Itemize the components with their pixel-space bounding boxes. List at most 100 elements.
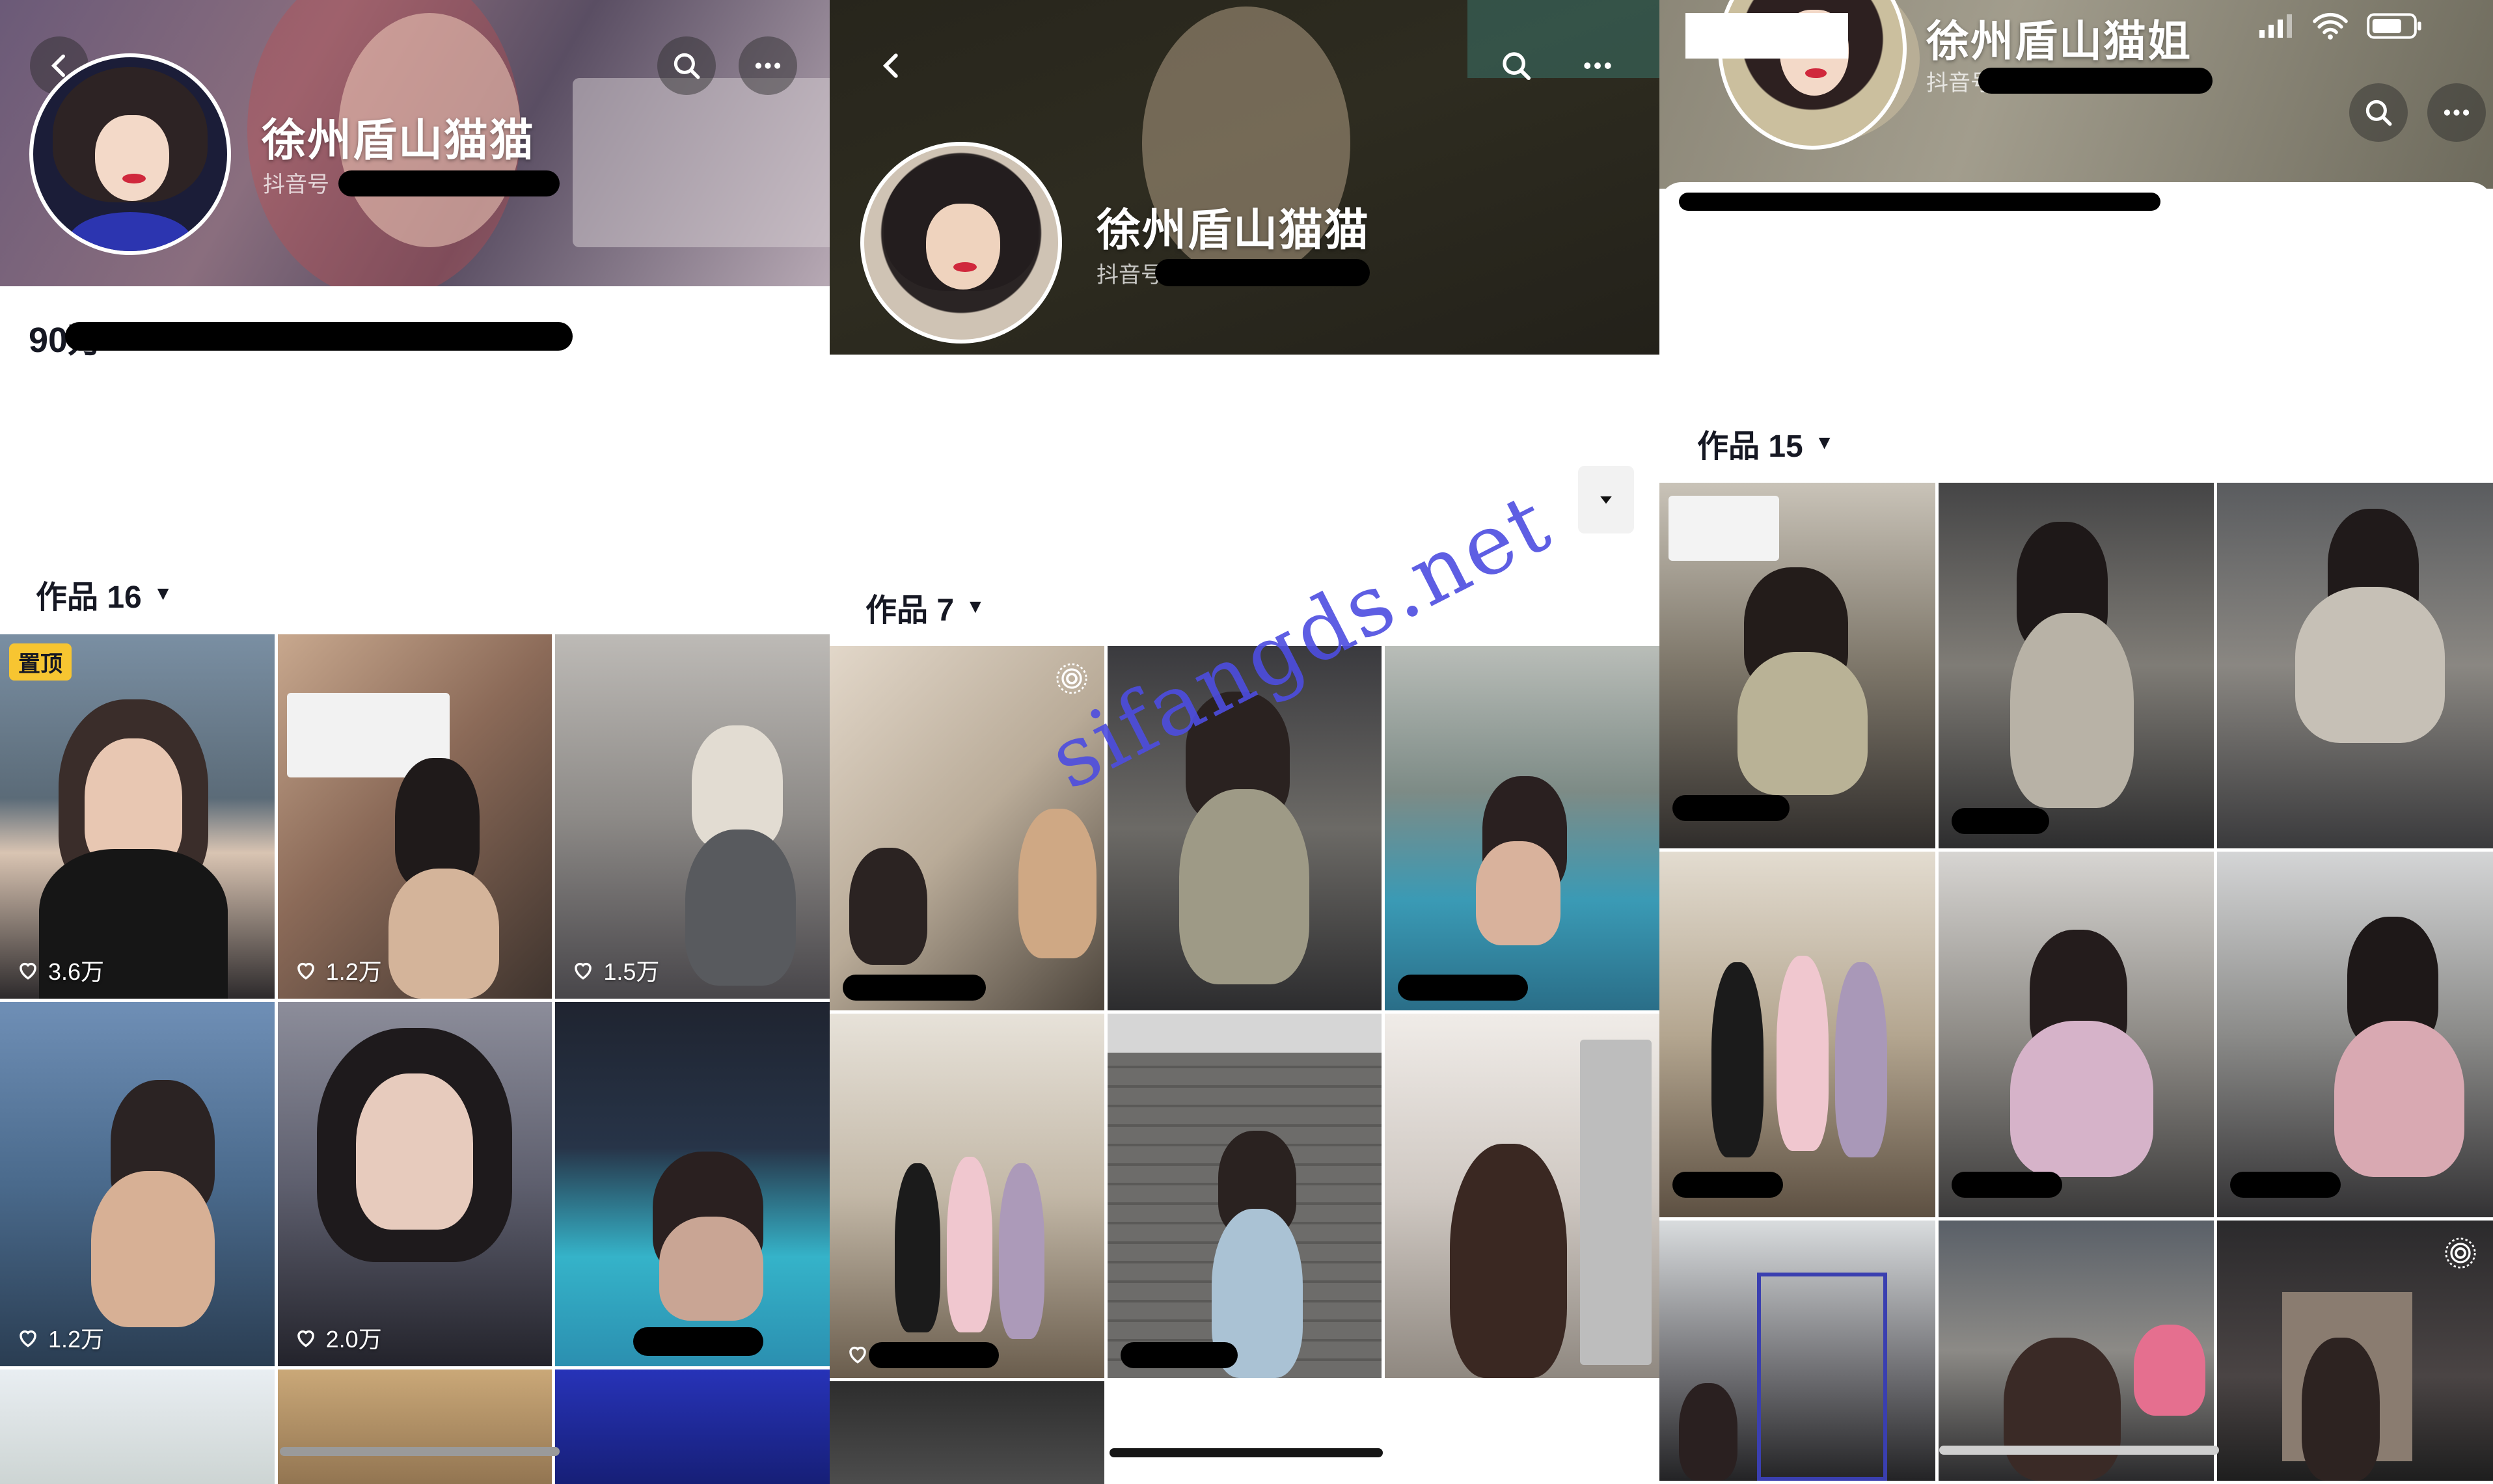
heart-icon — [20, 962, 36, 980]
redaction-bar — [1120, 1342, 1238, 1368]
follower-count: 90 — [29, 321, 68, 360]
heart-icon — [20, 1330, 36, 1347]
more-icon — [755, 62, 781, 69]
caret-down-icon: ▼ — [1814, 432, 1834, 453]
like-count: 2.0万 — [293, 1321, 382, 1355]
search-button[interactable] — [2349, 83, 2408, 142]
works-tab-label: 作品 7 — [865, 593, 955, 628]
redaction-bar — [869, 1342, 999, 1368]
search-button[interactable] — [657, 36, 716, 95]
redaction-bar — [1672, 795, 1790, 821]
video-thumbnail — [1107, 1381, 1382, 1484]
profile-name: 徐州盾山猫姐 — [1926, 17, 2192, 65]
works-tab-label: 作品 16 — [36, 580, 142, 615]
profile-panel-3: 徐州盾山猫姐 抖音号 作品 15 ▼ — [1659, 0, 2493, 1484]
more-icon — [2444, 109, 2470, 116]
redaction-bar — [633, 1327, 764, 1356]
video-thumbnail[interactable] — [1938, 852, 2214, 1217]
back-button[interactable] — [862, 36, 921, 95]
works-tab[interactable]: 作品 15 ▼ — [1697, 420, 1834, 466]
video-grid — [830, 646, 1659, 1484]
battery-icon — [2367, 13, 2421, 39]
like-count: 3.6万 — [16, 953, 104, 987]
heart-icon — [849, 1346, 866, 1364]
redaction-bar — [65, 322, 573, 351]
redaction-bar — [1951, 1172, 2062, 1198]
avatar[interactable] — [29, 53, 231, 255]
search-icon — [2365, 100, 2392, 126]
home-indicator — [1939, 1446, 2219, 1455]
video-thumbnail[interactable] — [1659, 1221, 1935, 1481]
video-thumbnail[interactable] — [555, 1002, 830, 1366]
profile-panel-2: 徐州盾山猫猫 抖音号 作品 7 ▼ sifangds.net — [830, 0, 1659, 1484]
pinned-badge: 置顶 — [9, 643, 72, 681]
search-button[interactable] — [1487, 36, 1546, 95]
redaction-bar — [1978, 68, 2213, 94]
like-count: 1.2万 — [16, 1321, 104, 1355]
video-thumbnail[interactable] — [830, 1381, 1104, 1484]
video-thumbnail[interactable] — [1659, 852, 1935, 1217]
profile-name: 徐州盾山猫猫 — [262, 116, 536, 165]
more-icon — [1584, 62, 1611, 69]
works-tab[interactable]: 作品 7 ▼ — [865, 584, 985, 630]
redaction-bar — [1398, 975, 1529, 1001]
redaction-bar — [1951, 808, 2049, 834]
video-thumbnail[interactable] — [555, 1369, 830, 1484]
caret-down-icon: ▼ — [966, 596, 985, 617]
heart-icon — [575, 962, 592, 980]
more-button[interactable] — [2427, 83, 2486, 142]
video-thumbnail[interactable] — [2217, 1221, 2493, 1481]
like-count: 1.5万 — [571, 953, 659, 987]
redaction-bar — [1155, 259, 1370, 286]
redaction-bar — [1679, 193, 2160, 211]
more-button[interactable] — [1568, 36, 1627, 95]
more-button[interactable] — [739, 36, 797, 95]
video-thumbnail[interactable] — [0, 1369, 275, 1484]
video-thumbnail[interactable] — [830, 646, 1104, 1010]
redaction-bar — [2230, 1172, 2341, 1198]
caret-down-icon: ▼ — [153, 583, 173, 604]
video-thumbnail[interactable] — [1938, 483, 2214, 848]
video-thumbnail[interactable] — [830, 1014, 1104, 1378]
video-thumbnail[interactable] — [1385, 1014, 1659, 1378]
video-thumbnail[interactable]: 1.2万 — [0, 1002, 275, 1366]
douyin-id-label: 抖音号 — [1097, 263, 1163, 288]
redaction-bar — [338, 170, 560, 196]
video-thumbnail[interactable]: 2.0万 — [277, 1002, 552, 1366]
search-icon — [674, 53, 700, 79]
heart-icon — [297, 962, 314, 980]
video-thumbnail[interactable] — [2217, 852, 2493, 1217]
video-thumbnail[interactable] — [2217, 483, 2493, 848]
video-grid — [1659, 483, 2493, 1481]
avatar[interactable] — [860, 142, 1062, 344]
video-thumbnail[interactable] — [277, 1369, 552, 1484]
like-count — [845, 1342, 870, 1366]
video-thumbnail[interactable] — [1659, 483, 1935, 848]
douyin-id-label: 抖音号 — [263, 172, 329, 197]
signal-icon — [2259, 14, 2292, 38]
works-tab-label: 作品 15 — [1697, 429, 1803, 464]
search-icon — [1503, 52, 1531, 81]
video-thumbnail[interactable] — [1107, 1014, 1382, 1378]
profile-panel-1: 徐州盾山猫猫 抖音号 90万 作品 16 ▼ 置顶 3.6万 1.2万 — [0, 0, 830, 1484]
redaction-bar — [1672, 1172, 1783, 1198]
caret-down-icon — [1600, 496, 1612, 504]
video-thumbnail[interactable] — [1938, 1221, 2214, 1481]
like-count: 1.2万 — [293, 953, 382, 987]
expand-dropdown-button[interactable] — [1578, 466, 1634, 533]
video-thumbnail[interactable]: 1.2万 — [277, 634, 552, 999]
wifi-icon — [2313, 12, 2348, 40]
video-thumbnail[interactable] — [1385, 646, 1659, 1010]
home-indicator — [280, 1447, 560, 1456]
status-bar — [2258, 12, 2425, 40]
live-photo-icon — [2445, 1237, 2476, 1269]
works-tab[interactable]: 作品 16 ▼ — [36, 571, 172, 617]
heart-icon — [297, 1330, 314, 1347]
video-thumbnail[interactable]: 置顶 3.6万 — [0, 634, 275, 999]
video-thumbnail[interactable]: 1.5万 — [555, 634, 830, 999]
chevron-left-icon — [882, 53, 898, 78]
video-thumbnail — [1385, 1381, 1659, 1484]
home-indicator — [1110, 1448, 1383, 1457]
profile-name: 徐州盾山猫猫 — [1097, 206, 1370, 255]
video-grid: 置顶 3.6万 1.2万 1.5万 1.2万 2.0万 — [0, 634, 830, 1484]
